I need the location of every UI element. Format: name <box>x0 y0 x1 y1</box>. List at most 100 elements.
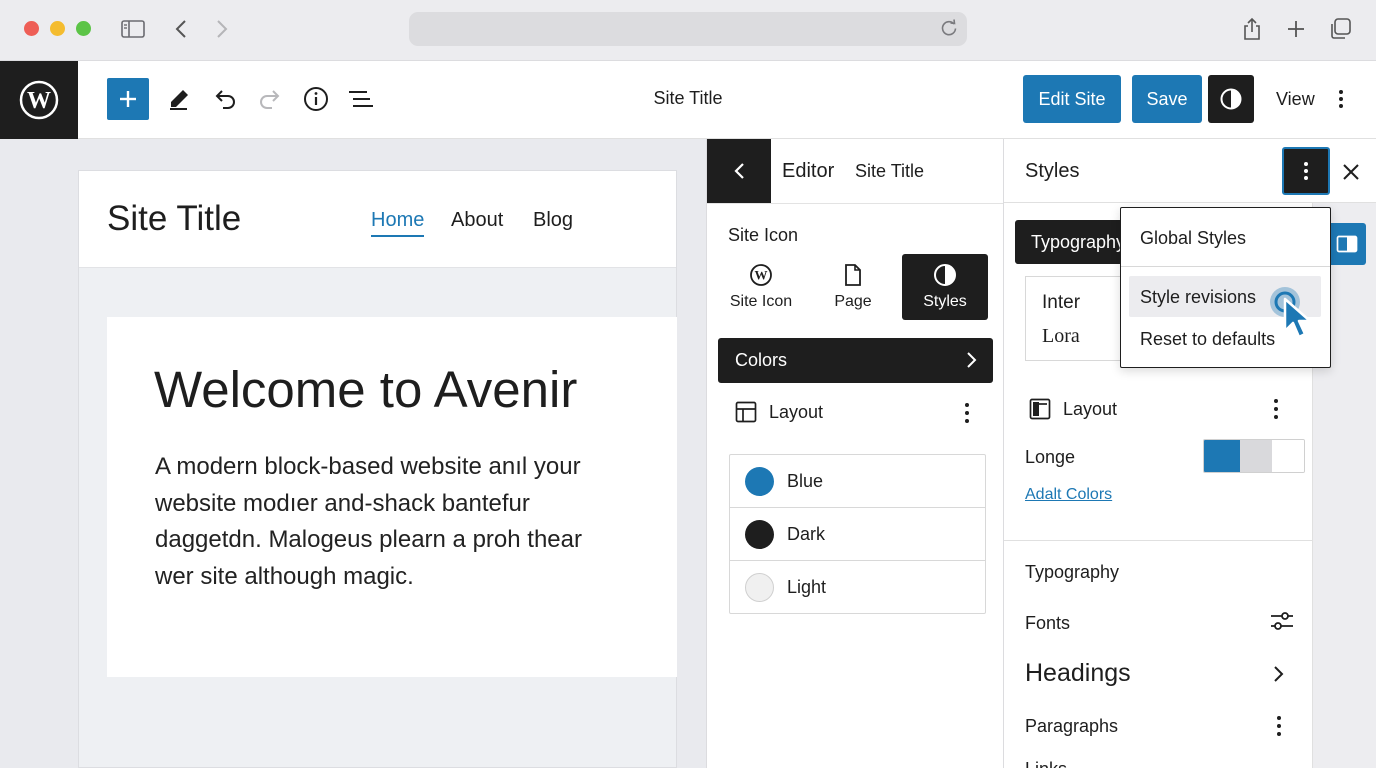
styles-tile[interactable]: Styles <box>902 254 988 320</box>
hero-paragraph-line: website modıer and-shack bantefur <box>155 489 530 517</box>
layout-menu-item[interactable]: Layout <box>1029 398 1117 420</box>
palette-item-blue[interactable]: Blue <box>730 455 985 508</box>
editor-toolbar: W Site Title Edit Site Save View <box>0 61 1376 139</box>
longe-label: Longe <box>1025 447 1076 467</box>
browser-toolbar <box>0 0 1376 61</box>
styles-title: Styles <box>1025 160 1080 182</box>
colors-menu-item[interactable]: Colors <box>718 338 993 383</box>
paragraphs-menu-item[interactable]: Paragraphs <box>1025 716 1118 737</box>
page-icon <box>845 264 861 286</box>
font-inter: Inter <box>1042 292 1081 313</box>
share-icon[interactable] <box>1237 14 1267 44</box>
chevron-right-icon <box>965 350 977 375</box>
color-swatch <box>745 466 774 496</box>
view-button[interactable]: View <box>1276 89 1315 110</box>
palette-item-dark[interactable]: Dark <box>730 508 985 561</box>
chevron-left-icon <box>734 163 744 179</box>
sidebar-icon <box>1336 235 1358 253</box>
headings-menu-item[interactable]: Headings <box>1025 659 1131 688</box>
sidebar-toggle-icon[interactable] <box>118 14 148 44</box>
back-button[interactable] <box>707 139 771 203</box>
maximize-window-button[interactable] <box>76 21 91 36</box>
svg-text:W: W <box>755 268 768 283</box>
font-lora: Lora <box>1042 325 1080 347</box>
page-tile[interactable]: Page <box>810 254 896 320</box>
redo-icon[interactable] <box>249 78 291 120</box>
address-bar[interactable] <box>409 12 967 46</box>
hero-block[interactable]: Welcome to Avenir A modern block-based w… <box>107 317 677 677</box>
section-label: Site Icon <box>728 225 799 245</box>
hero-paragraph-line: A modern block-based website anıl your <box>155 453 581 480</box>
sliders-icon[interactable] <box>1269 609 1295 638</box>
font-preview-box[interactable]: Inter Lora <box>1025 276 1135 361</box>
palette-item-light[interactable]: Light <box>730 561 985 614</box>
layout-icon <box>735 401 757 423</box>
hero-paragraph-line: wer site although magic. <box>155 562 414 590</box>
save-button[interactable]: Save <box>1132 75 1202 123</box>
undo-icon[interactable] <box>204 78 246 120</box>
styles-header: Styles <box>1004 139 1376 203</box>
styles-actions-button[interactable] <box>1282 147 1330 195</box>
edit-site-button[interactable]: Edit Site <box>1023 75 1121 123</box>
options-more-icon[interactable] <box>1326 83 1356 115</box>
menu-divider <box>1121 266 1330 267</box>
close-window-button[interactable] <box>24 21 39 36</box>
site-preview[interactable]: Site Title Home About Blog Welcome to Av… <box>78 170 677 768</box>
color-swatch <box>745 519 774 549</box>
contrast-icon <box>1220 88 1242 110</box>
menu-item-reset-defaults[interactable]: Reset to defaults <box>1140 329 1275 350</box>
segment-option[interactable] <box>1204 440 1240 472</box>
segment-option[interactable] <box>1272 440 1304 472</box>
site-icon-tile[interactable]: W Site Icon <box>718 254 804 320</box>
menu-item-style-revisions[interactable]: Style revisions <box>1140 287 1256 308</box>
new-tab-icon[interactable] <box>1281 14 1311 44</box>
close-icon[interactable] <box>1336 157 1366 187</box>
panel-heading: Editor <box>782 160 835 182</box>
layout-label: Layout <box>769 401 824 422</box>
minimize-window-button[interactable] <box>50 21 65 36</box>
hero-heading[interactable]: Welcome to Avenir <box>154 360 577 419</box>
segment-option[interactable] <box>1240 440 1272 472</box>
edit-tool-icon[interactable] <box>158 78 200 120</box>
chevron-right-icon[interactable] <box>1272 664 1284 689</box>
tab-overview-icon[interactable] <box>1325 14 1355 44</box>
swatch-label: Dark <box>787 523 826 544</box>
divider <box>1004 540 1313 541</box>
back-icon[interactable] <box>166 14 196 44</box>
swatch-label: Blue <box>787 470 824 491</box>
site-title[interactable]: Site Title <box>107 199 241 239</box>
styles-toggle-button[interactable] <box>1208 75 1254 123</box>
reload-icon[interactable] <box>939 18 959 43</box>
sidebar-toggle-button[interactable] <box>1328 223 1366 265</box>
menu-item-global-styles[interactable]: Global Styles <box>1140 228 1246 249</box>
tile-label: Styles <box>923 293 967 310</box>
forward-icon[interactable] <box>207 14 237 44</box>
list-view-icon[interactable] <box>340 78 382 120</box>
more-options-icon[interactable] <box>1269 713 1289 744</box>
document-title[interactable]: Site Title <box>588 88 788 109</box>
wordpress-icon: W <box>750 264 772 286</box>
add-block-button[interactable] <box>107 78 149 120</box>
site-header[interactable]: Site Title Home About Blog <box>79 171 676 268</box>
nav-link-about[interactable]: About <box>451 209 503 232</box>
nav-link-home[interactable]: Home <box>371 209 425 237</box>
nav-link-blog[interactable]: Blog <box>533 209 573 232</box>
adalt-colors-link[interactable]: Adalt Colors <box>1025 486 1112 504</box>
wordpress-logo-icon[interactable]: W <box>0 61 78 139</box>
more-options-icon[interactable] <box>1266 396 1286 427</box>
hero-paragraph[interactable]: A modern block-based website anıl your w… <box>155 449 625 595</box>
more-options-icon[interactable] <box>957 400 977 431</box>
details-info-icon[interactable] <box>295 78 337 120</box>
editor-navigation-panel: Editor Site Title Site Icon W Site Icon … <box>706 139 1004 768</box>
layout-icon <box>1029 398 1051 420</box>
panel-site-title: Site Title <box>855 161 925 181</box>
tile-label: Site Icon <box>729 293 793 310</box>
color-swatch <box>745 573 774 602</box>
links-menu-item[interactable]: Links <box>1025 759 1067 768</box>
typography-heading: Typography <box>1025 562 1120 582</box>
fonts-menu-item[interactable]: Fonts <box>1025 613 1070 634</box>
layout-menu-item[interactable]: Layout <box>735 401 823 423</box>
segmented-control[interactable] <box>1203 439 1305 473</box>
layout-label: Layout <box>1063 398 1118 419</box>
typography-tab[interactable]: Typography <box>1015 220 1135 264</box>
